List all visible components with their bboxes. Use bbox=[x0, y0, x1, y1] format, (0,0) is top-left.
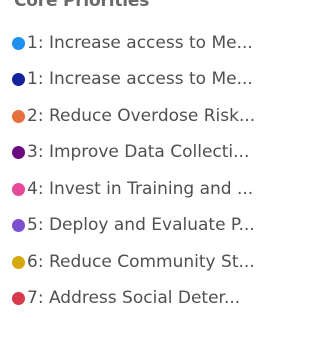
legend-marker-icon bbox=[12, 145, 25, 159]
legend-item-priority-1-a[interactable]: 1: Increase access to Me... bbox=[12, 26, 304, 60]
legend-item-label: 4: Invest in Training and ... bbox=[27, 179, 254, 199]
legend-item-priority-4[interactable]: 4: Invest in Training and ... bbox=[12, 172, 304, 206]
legend-item-label: 6: Reduce Community St... bbox=[27, 252, 255, 272]
legend-title: Core Priorities bbox=[14, 0, 150, 11]
legend-item-label: 3: Improve Data Collecti... bbox=[27, 142, 250, 162]
legend-item-priority-7[interactable]: 7: Address Social Deter... bbox=[12, 281, 304, 315]
legend-marker-icon bbox=[12, 182, 25, 196]
legend-item-priority-3[interactable]: 3: Improve Data Collecti... bbox=[12, 135, 304, 169]
legend-item-label: 1: Increase access to Me... bbox=[27, 69, 253, 89]
legend-marker-icon bbox=[12, 255, 25, 269]
legend-item-label: 1: Increase access to Me... bbox=[27, 33, 253, 53]
legend-marker-icon bbox=[12, 36, 25, 50]
legend-item-priority-6[interactable]: 6: Reduce Community St... bbox=[12, 245, 304, 279]
legend-item-priority-2[interactable]: 2: Reduce Overdose Risk... bbox=[12, 99, 304, 133]
legend-panel: Core Priorities 1: Increase access to Me… bbox=[0, 0, 308, 359]
legend-marker-icon bbox=[12, 109, 25, 123]
legend-marker-icon bbox=[12, 218, 25, 232]
legend-marker-icon bbox=[12, 291, 25, 305]
legend-item-label: 7: Address Social Deter... bbox=[27, 288, 241, 308]
legend-item-label: 2: Reduce Overdose Risk... bbox=[27, 106, 256, 126]
legend-marker-icon bbox=[12, 72, 25, 86]
legend-item-priority-5[interactable]: 5: Deploy and Evaluate P... bbox=[12, 208, 304, 242]
legend-item-label: 5: Deploy and Evaluate P... bbox=[27, 215, 255, 235]
legend-item-priority-1-b[interactable]: 1: Increase access to Me... bbox=[12, 62, 304, 96]
